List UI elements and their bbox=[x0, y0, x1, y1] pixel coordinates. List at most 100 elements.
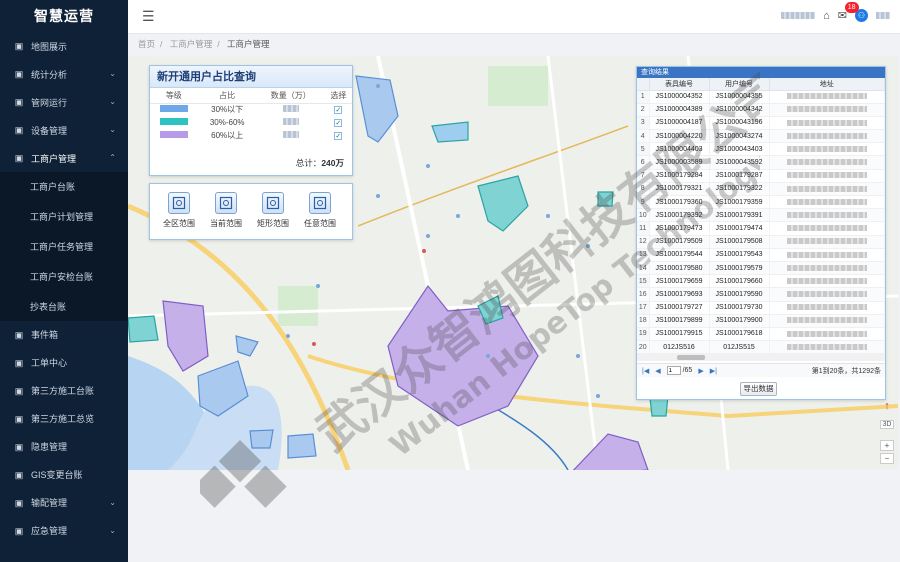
last-page-icon[interactable]: ▶| bbox=[710, 367, 717, 375]
scrollbar-thumb[interactable] bbox=[677, 355, 705, 360]
result-header-meter-no: 表具编号 bbox=[649, 78, 710, 91]
blurred-org-name bbox=[781, 12, 816, 19]
tool-button-1[interactable]: 当前范围 bbox=[204, 192, 248, 229]
user-number: JS1000179391 bbox=[709, 208, 770, 223]
zoom-out-button[interactable]: − bbox=[880, 453, 894, 464]
address-blurred bbox=[769, 142, 885, 157]
sidebar-item-label: 设备管理 bbox=[31, 125, 68, 136]
sidebar-item-1-sub[interactable]: 工商户计划管理 bbox=[0, 202, 128, 232]
breadcrumb-section[interactable]: 工商户管理 bbox=[170, 39, 213, 49]
row-index: 10 bbox=[637, 208, 650, 223]
address-blurred bbox=[769, 235, 885, 249]
table-row[interactable]: 4 JS1000004220 JS1000043274 bbox=[637, 129, 885, 144]
tool-button-2[interactable]: 矩形范围 bbox=[251, 192, 295, 229]
blurred-username[interactable] bbox=[876, 12, 890, 19]
stat-ratio: 60%以上 bbox=[211, 131, 244, 140]
table-row[interactable]: 20 012JS516 012JS515 bbox=[637, 340, 885, 355]
page-total: /65 bbox=[682, 367, 693, 374]
page-input[interactable] bbox=[666, 366, 681, 375]
sidebar-item-label: 工商户任务管理 bbox=[30, 241, 94, 252]
sidebar-item-4-sub[interactable]: 抄表台账 bbox=[0, 291, 128, 321]
pager: |◀ ◀ /65 ▶ ▶| 第1到20条，共1292条 bbox=[637, 363, 885, 377]
tool-button-0[interactable]: 全区范围 bbox=[157, 192, 201, 229]
sidebar-item-3[interactable]: ▣ 设备管理 ⌄ bbox=[0, 116, 128, 144]
compass-icon[interactable]: ↑ bbox=[880, 400, 894, 412]
table-row[interactable]: 11 JS1000179473 JS1000179474 bbox=[637, 221, 885, 236]
zoom-in-button[interactable]: + bbox=[880, 440, 894, 451]
table-row[interactable]: 8 JS1000179321 JS1000179322 bbox=[637, 182, 885, 197]
sidebar-item-label: 第三方施工台账 bbox=[31, 386, 95, 397]
sidebar-item-2-sub[interactable]: 工商户任务管理 bbox=[0, 232, 128, 262]
sidebar-item-0[interactable]: ▣ 事件箱 bbox=[0, 321, 128, 349]
meter-number: JS1000004187 bbox=[649, 116, 710, 131]
meter-number: JS1000179693 bbox=[649, 287, 710, 302]
address-blurred bbox=[769, 103, 885, 117]
stat-select-checkbox[interactable]: ✓ bbox=[325, 116, 352, 129]
polygon-select-icon bbox=[309, 192, 331, 214]
sidebar-item-0[interactable]: ▣ 地图展示 bbox=[0, 32, 128, 60]
user-number: JS1000043592 bbox=[709, 155, 770, 170]
mail-icon[interactable]: ✉ 18 bbox=[838, 2, 859, 22]
table-row[interactable]: 5 JS1000004403 JS1000043403 bbox=[637, 142, 885, 157]
table-row[interactable]: 9 JS1000179360 JS1000179359 bbox=[637, 195, 885, 210]
row-index: 13 bbox=[637, 248, 650, 262]
table-row[interactable]: 16 JS1000179693 JS1000179590 bbox=[637, 287, 885, 302]
table-row[interactable]: 2 JS1000004389 JS1000004342 bbox=[637, 103, 885, 117]
breadcrumb-home[interactable]: 首页 bbox=[138, 39, 155, 49]
sidebar-item-5[interactable]: ▣ GIS变更台账 bbox=[0, 461, 128, 489]
sidebar-item-3-sub[interactable]: 工商户安检台账 bbox=[0, 261, 128, 291]
next-page-icon[interactable]: ▶ bbox=[698, 367, 703, 375]
first-page-icon[interactable]: |◀ bbox=[642, 367, 649, 375]
sidebar-item-7[interactable]: ▣ 应急管理 ⌄ bbox=[0, 517, 128, 545]
table-row[interactable]: 13 JS1000179544 JS1000179543 bbox=[637, 248, 885, 262]
rectangle-select-icon bbox=[262, 192, 284, 214]
prev-page-icon[interactable]: ◀ bbox=[655, 367, 660, 375]
row-index: 9 bbox=[637, 195, 650, 210]
row-index: 8 bbox=[637, 182, 650, 197]
top-user-area: ⌂ ✉ 18 ⚇ bbox=[781, 2, 890, 22]
sidebar-item-4[interactable]: ▣ 工商户管理 ⌃ bbox=[0, 144, 128, 172]
sidebar-item-6[interactable]: ▣ 输配管理 ⌄ bbox=[0, 489, 128, 517]
table-row[interactable]: 15 JS1000179659 JS1000179660 bbox=[637, 274, 885, 289]
table-row[interactable]: 10 JS1000179392 JS1000179391 bbox=[637, 208, 885, 223]
3d-toggle-button[interactable]: 3D bbox=[880, 420, 894, 429]
map-icon: ▣ bbox=[14, 469, 24, 480]
sidebar-item-label: 工商户管理 bbox=[31, 153, 77, 164]
tool-button-3[interactable]: 任意范围 bbox=[298, 192, 342, 229]
sidebar-item-1[interactable]: ▣ 工单中心 bbox=[0, 349, 128, 377]
table-row[interactable]: 3 JS1000004187 JS1000043196 bbox=[637, 116, 885, 131]
table-row[interactable]: 1 JS1000004352 JS1000004355 bbox=[637, 90, 885, 104]
stat-ratio: 30%以下 bbox=[211, 105, 244, 115]
sidebar-item-4[interactable]: ▣ 隐患管理 bbox=[0, 433, 128, 461]
user-number: JS1000179474 bbox=[709, 221, 770, 236]
table-row[interactable]: 19 JS1000179915 JS1000179618 bbox=[637, 327, 885, 342]
gear-icon: ▣ bbox=[14, 153, 24, 163]
table-row[interactable]: 7 JS1000179284 JS1000179287 bbox=[637, 169, 885, 183]
table-row[interactable]: 17 JS1000179727 JS1000179730 bbox=[637, 301, 885, 315]
user-number: JS1000004355 bbox=[709, 90, 770, 104]
sidebar-item-2[interactable]: ▣ 第三方施工台账 bbox=[0, 377, 128, 405]
stat-total-label: 总计： bbox=[295, 158, 322, 168]
table-row[interactable]: 6 JS1000003589 JS1000043592 bbox=[637, 155, 885, 170]
sidebar-item-2[interactable]: ▣ 管网运行 ⌄ bbox=[0, 88, 128, 116]
result-header-address: 地址 bbox=[769, 78, 885, 91]
gauge-icon: ▣ bbox=[14, 97, 24, 107]
sidebar-item-0-sub[interactable]: 工商户台账 bbox=[0, 172, 128, 202]
export-data-button[interactable]: 导出数据 bbox=[740, 382, 777, 396]
table-row[interactable]: 18 JS1000179899 JS1000179900 bbox=[637, 314, 885, 328]
stat-select-checkbox[interactable]: ✓ bbox=[325, 129, 352, 142]
home-icon[interactable]: ⌂ bbox=[823, 10, 830, 22]
sidebar-item-1[interactable]: ▣ 统计分析 ⌄ bbox=[0, 60, 128, 88]
table-row[interactable]: 12 JS1000179509 JS1000179508 bbox=[637, 235, 885, 249]
bar-chart-icon: ▣ bbox=[14, 69, 24, 79]
horizontal-scrollbar[interactable] bbox=[637, 354, 885, 361]
tool-label: 当前范围 bbox=[210, 219, 242, 228]
table-row[interactable]: 14 JS1000179580 JS1000179579 bbox=[637, 261, 885, 276]
stat-select-checkbox[interactable]: ✓ bbox=[325, 103, 352, 116]
address-blurred bbox=[769, 116, 885, 131]
menu-toggle-icon[interactable]: ☰ bbox=[142, 8, 155, 25]
sidebar-item-3[interactable]: ▣ 第三方施工总览 bbox=[0, 405, 128, 433]
list-icon: ▣ bbox=[14, 413, 24, 424]
tool-label: 矩形范围 bbox=[257, 219, 289, 228]
result-header-user-no: 用户编号 bbox=[709, 78, 770, 91]
